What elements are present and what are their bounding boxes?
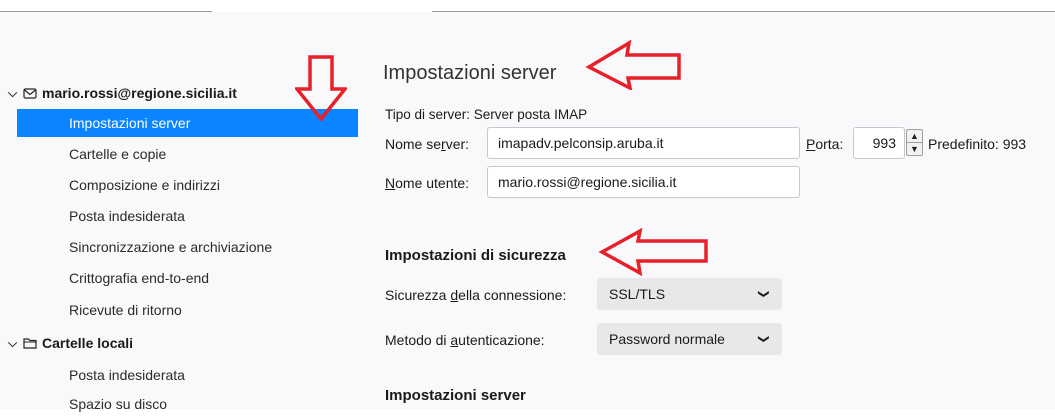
connection-security-value: SSL/TLS	[609, 286, 666, 302]
sidebar-item-spazio-su-disco[interactable]: Spazio su disco	[17, 390, 358, 418]
down-arrow-annotation-icon	[295, 55, 347, 121]
sidebar-item-cartelle-e-copie[interactable]: Cartelle e copie	[17, 140, 358, 168]
port-input[interactable]: 993	[853, 127, 905, 159]
left-arrow-annotation-icon	[598, 228, 708, 276]
sidebar-item-label: Posta indesiderata	[69, 367, 185, 383]
chevron-down-icon[interactable]: ⌵	[8, 329, 17, 357]
page-title: Impostazioni server	[383, 62, 557, 84]
sidebar-item-label: Spazio su disco	[69, 396, 168, 412]
sidebar-item-composizione[interactable]: Composizione e indirizzi	[17, 171, 358, 199]
server-name-label: Nome server:	[385, 136, 470, 152]
server-type-text: Tipo di server: Server posta IMAP	[385, 107, 588, 122]
sidebar-item-label: Composizione e indirizzi	[69, 177, 220, 193]
port-stepper[interactable]: ▲ ▼	[906, 129, 923, 156]
sidebar-item-label: Posta indesiderata	[69, 208, 185, 224]
sidebar-item-sincronizzazione[interactable]: Sincronizzazione e archiviazione	[17, 233, 358, 261]
account-label: mario.rossi@regione.sicilia.it	[42, 85, 237, 101]
sidebar-item-crittografia[interactable]: Crittografia end-to-end	[17, 264, 358, 292]
sidebar-item-label: Cartelle e copie	[69, 146, 167, 162]
server-settings-subheading: Impostazioni server	[385, 387, 526, 404]
sidebar-item-label: Ricevute di ritorno	[69, 302, 182, 318]
sidebar-item-ricevute[interactable]: Ricevute di ritorno	[17, 296, 358, 324]
username-input[interactable]: mario.rossi@regione.sicilia.it	[487, 166, 800, 198]
chevron-down-icon[interactable]: ▼	[907, 143, 922, 155]
security-heading: Impostazioni di sicurezza	[385, 247, 566, 264]
folder-icon	[23, 338, 37, 349]
connection-security-select[interactable]: SSL/TLS ❯	[597, 278, 782, 310]
local-folders-label: Cartelle locali	[42, 335, 134, 351]
local-folders-tree-row[interactable]: ⌵ Cartelle locali	[0, 329, 358, 357]
connection-security-label: Sicurezza della connessione:	[385, 287, 567, 303]
chevron-down-icon: ❯	[757, 334, 770, 344]
server-name-input[interactable]: imapadv.pelconsip.aruba.it	[487, 127, 800, 159]
envelope-icon	[23, 88, 37, 99]
port-default-text: Predefinito: 993	[928, 136, 1027, 152]
auth-method-value: Password normale	[609, 331, 725, 347]
chevron-down-icon: ❯	[757, 289, 770, 299]
sidebar-item-label: Crittografia end-to-end	[69, 270, 210, 286]
left-arrow-annotation-icon	[585, 40, 681, 90]
auth-method-label: Metodo di autenticazione:	[385, 332, 545, 348]
sidebar-item-label: Impostazioni server	[69, 115, 191, 131]
auth-method-select[interactable]: Password normale ❯	[597, 323, 782, 355]
sidebar-item-local-posta-indesiderata[interactable]: Posta indesiderata	[17, 361, 358, 389]
chevron-up-icon[interactable]: ▲	[907, 130, 922, 143]
sidebar-item-label: Sincronizzazione e archiviazione	[69, 239, 273, 255]
username-label: Nome utente:	[385, 175, 470, 191]
port-label: Porta:	[806, 136, 844, 152]
chevron-down-icon[interactable]: ⌵	[8, 79, 17, 107]
sidebar-item-posta-indesiderata[interactable]: Posta indesiderata	[17, 202, 358, 230]
